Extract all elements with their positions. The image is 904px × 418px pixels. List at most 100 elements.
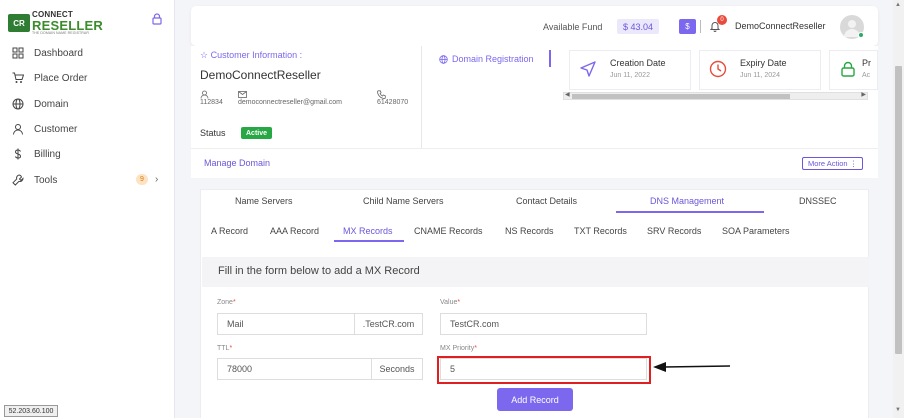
logo[interactable]: CR CONNECT RESELLER THE DOMAIN NAME REGI… (8, 11, 103, 36)
sidebar-item-label: Customer (34, 123, 78, 135)
subtab-mx-records[interactable]: MX Records (343, 226, 393, 236)
more-action-button[interactable]: More Action ⋮ (802, 157, 864, 170)
subtab-ns-records[interactable]: NS Records (505, 226, 554, 236)
globe-icon (439, 54, 448, 64)
mail-icon (238, 91, 247, 98)
scrollbar-thumb[interactable] (572, 94, 790, 99)
clock-icon (709, 60, 727, 78)
sidebar: CR CONNECT RESELLER THE DOMAIN NAME REGI… (0, 0, 175, 418)
tab-contact-details[interactable]: Contact Details (516, 196, 577, 206)
notification-badge: 0 (717, 15, 727, 25)
user-icon (13, 124, 23, 135)
sidebar-item-label: Billing (34, 148, 61, 160)
tab-dnssec[interactable]: DNSSEC (799, 196, 837, 206)
tab-bar: Name Servers Child Name Servers Contact … (201, 190, 870, 213)
user-icon: ☆︎ (200, 50, 209, 60)
lock-icon[interactable] (150, 12, 164, 26)
wrench-icon (12, 174, 24, 186)
tab-name-servers[interactable]: Name Servers (235, 196, 293, 206)
divider (700, 20, 701, 33)
sidebar-item-place-order[interactable]: Place Order (12, 70, 87, 86)
lock-icon (841, 61, 855, 77)
sidebar-item-dashboard[interactable]: Dashboard (12, 45, 83, 61)
sidebar-item-label: Place Order (34, 72, 88, 84)
manage-domain-row: Manage Domain More Action ⋮ (191, 148, 878, 178)
manage-domain-link[interactable]: Manage Domain (204, 158, 270, 168)
phone-icon (377, 90, 386, 99)
subtab-cname-records[interactable]: CNAME Records (414, 226, 483, 236)
active-tab-indicator (616, 211, 764, 213)
creation-date-title: Creation Date (610, 58, 666, 68)
globe-icon (12, 98, 24, 110)
sidebar-item-customer[interactable]: Customer (12, 121, 77, 137)
expiry-date-card: Expiry Date Jun 11, 2024 (699, 50, 821, 90)
protection-card: Pr Ac (829, 50, 878, 90)
creation-date-value: Jun 11, 2022 (610, 72, 650, 79)
scroll-up-icon[interactable]: ▲ (895, 2, 901, 8)
expiry-date-title: Expiry Date (740, 58, 787, 68)
horizontal-scrollbar[interactable]: ◀ ▶ (563, 92, 868, 100)
status-label: Status (200, 128, 226, 138)
divider (421, 46, 422, 148)
arrow-left-icon (653, 362, 731, 372)
creation-date-card: Creation Date Jun 11, 2022 (569, 50, 691, 90)
customer-info-card: ☆︎ Customer Information : DemoConnectRes… (191, 46, 878, 148)
customer-email: democonnectreseller@gmail.com (238, 90, 342, 107)
dollar-icon (14, 148, 22, 160)
customer-id: 112834 (200, 90, 223, 107)
zone-label: Zone* (217, 299, 236, 306)
logo-mark: CR (8, 14, 30, 33)
vertical-scrollbar[interactable]: ▲ ▼ (893, 0, 904, 418)
scrollbar-thumb[interactable] (895, 66, 902, 354)
top-bar: Available Fund $ 43.04 $ 0 DemoConnectRe… (191, 6, 878, 46)
ip-address-label: 52.203.60.100 (4, 405, 58, 417)
available-fund-value: $ 43.04 (617, 19, 660, 34)
domain-registration-label: Domain Registration (439, 54, 534, 64)
sidebar-item-label: Tools (34, 174, 58, 186)
user-name[interactable]: DemoConnectReseller (735, 21, 826, 31)
chevron-right-icon[interactable]: › (155, 174, 158, 185)
customer-name: DemoConnectReseller (200, 68, 321, 82)
subtab-soa-parameters[interactable]: SOA Parameters (722, 226, 790, 236)
tools-count-badge: 9 (136, 174, 148, 185)
sidebar-item-billing[interactable]: Billing (12, 146, 61, 162)
form-title: Fill in the form below to add a MX Recor… (218, 265, 420, 277)
send-icon (580, 61, 596, 77)
dns-management-panel: Name Servers Child Name Servers Contact … (200, 189, 869, 418)
accent-bar (549, 50, 551, 67)
sidebar-item-domain[interactable]: Domain (12, 96, 68, 112)
sidebar-item-tools[interactable]: Tools (12, 172, 57, 188)
scroll-right-icon[interactable]: ▶ (861, 91, 866, 98)
status-badge: Active (241, 127, 273, 139)
customer-phone: 61428070 (377, 90, 408, 107)
available-fund-label: Available Fund (543, 22, 603, 32)
value-label: Value* (440, 299, 461, 306)
highlight-box (437, 356, 651, 384)
tab-child-name-servers[interactable]: Child Name Servers (363, 196, 444, 206)
subtab-srv-records[interactable]: SRV Records (647, 226, 701, 236)
cart-icon (12, 72, 24, 83)
subtab-txt-records[interactable]: TXT Records (574, 226, 627, 236)
form-header: Fill in the form below to add a MX Recor… (202, 257, 869, 287)
add-funds-button[interactable]: $ (679, 19, 696, 34)
grid-icon (12, 47, 24, 59)
zone-suffix: .TestCR.com (354, 313, 423, 335)
active-subtab-indicator (334, 240, 404, 242)
user-icon (200, 90, 209, 99)
subtab-aaa-record[interactable]: AAA Record (270, 226, 319, 236)
value-input[interactable]: TestCR.com (440, 313, 647, 335)
zone-input[interactable]: Mail (217, 313, 355, 335)
scroll-down-icon[interactable]: ▼ (895, 407, 901, 413)
sidebar-item-label: Dashboard (34, 47, 83, 59)
scroll-left-icon[interactable]: ◀ (565, 91, 570, 98)
online-status-dot (858, 32, 864, 38)
subtab-a-record[interactable]: A Record (211, 226, 248, 236)
record-type-tabs: A Record AAA Record MX Records CNAME Rec… (201, 218, 870, 242)
ttl-label: TTL* (217, 345, 233, 352)
add-record-button[interactable]: Add Record (497, 388, 573, 411)
protection-title: Pr (862, 58, 871, 68)
tab-dns-management[interactable]: DNS Management (650, 196, 724, 206)
ttl-input[interactable]: 78000 (217, 358, 372, 380)
sidebar-item-label: Domain (34, 98, 69, 110)
protection-value: Ac (862, 72, 871, 79)
